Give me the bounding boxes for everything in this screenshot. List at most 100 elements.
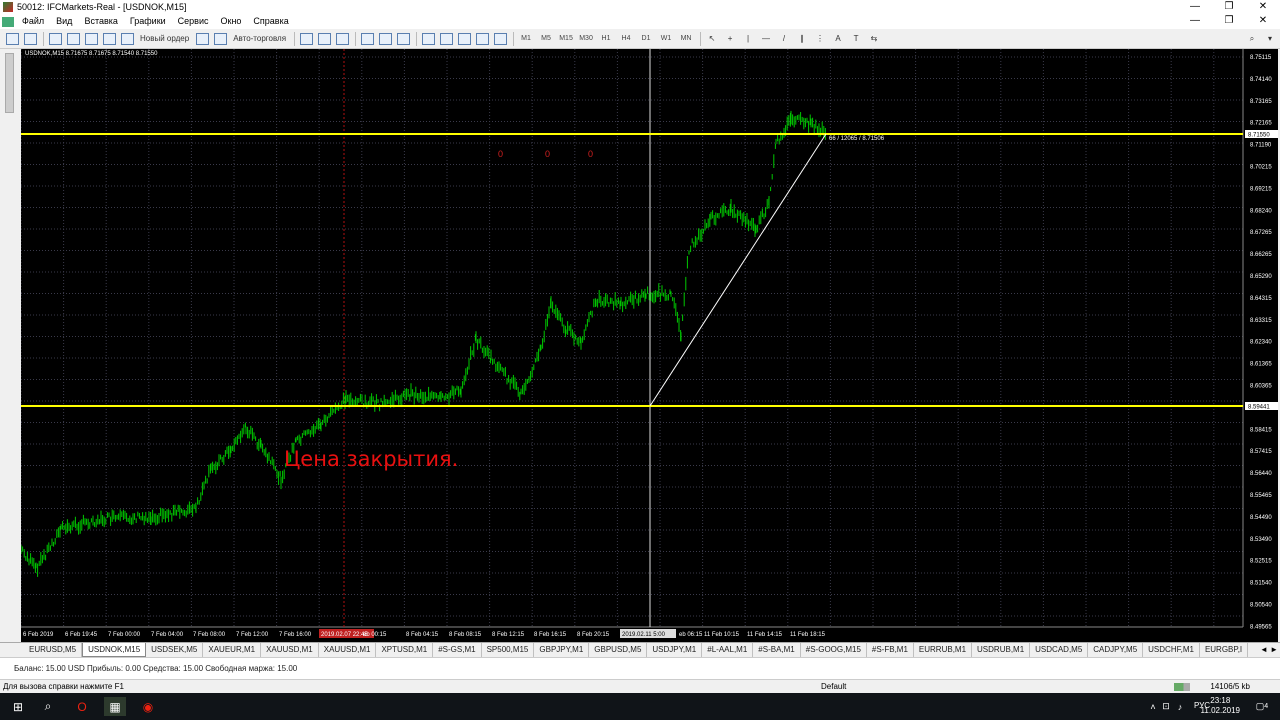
recorder-icon[interactable]: ◉: [138, 697, 158, 716]
windows-start-icon[interactable]: ⊞: [8, 697, 28, 716]
chart-tab[interactable]: #S-FB,M1: [867, 643, 914, 657]
autoscroll-icon[interactable]: [420, 31, 436, 47]
menu-insert[interactable]: Вставка: [78, 14, 123, 29]
minimize-button[interactable]: —: [1178, 0, 1212, 14]
mdi-minimize-button[interactable]: —: [1178, 14, 1212, 28]
periods-icon[interactable]: [474, 31, 490, 47]
chart-tab[interactable]: USDSEK,M5: [146, 643, 204, 657]
close-button[interactable]: ✕: [1246, 0, 1280, 14]
chart-tab[interactable]: USDRUB,M1: [972, 643, 1031, 657]
menu-charts[interactable]: Графики: [124, 14, 172, 29]
indicators-icon[interactable]: [456, 31, 472, 47]
metatrader-icon[interactable]: ▦: [104, 697, 126, 716]
time-label: 7 Feb 12:00: [236, 632, 269, 638]
chart-tab[interactable]: USDCAD,M5: [1030, 643, 1089, 657]
volume-icon[interactable]: ♪: [1174, 697, 1186, 716]
vertical-line-icon[interactable]: |: [740, 31, 756, 47]
market-watch-icon[interactable]: [47, 31, 63, 47]
chart-tab[interactable]: #S-GOOG,M15: [801, 643, 867, 657]
tf-h4[interactable]: H4: [617, 31, 635, 47]
tf-m5[interactable]: M5: [537, 31, 555, 47]
mdi-restore-button[interactable]: ❐: [1212, 14, 1246, 28]
chart-tab[interactable]: #S-GS,M1: [433, 643, 482, 657]
zoom-in-icon[interactable]: [359, 31, 375, 47]
chart-tab[interactable]: USDNOK,M15: [82, 643, 147, 657]
scrollbar-thumb[interactable]: [5, 53, 14, 113]
cursor-icon[interactable]: ↖: [704, 31, 720, 47]
chart-tab[interactable]: EURGBP,I: [1200, 643, 1249, 657]
tester-icon[interactable]: [119, 31, 135, 47]
library-icon[interactable]: [212, 31, 228, 47]
autotrading-button[interactable]: Авто-торговля: [230, 31, 289, 47]
tf-m15[interactable]: M15: [557, 31, 575, 47]
trendline-icon[interactable]: /: [776, 31, 792, 47]
zoom-out-icon[interactable]: [377, 31, 393, 47]
menu-help[interactable]: Справка: [247, 14, 294, 29]
chart-tab[interactable]: EURRUB,M1: [914, 643, 973, 657]
new-chart-icon[interactable]: [4, 31, 20, 47]
chart-canvas[interactable]: 8.75115 8.74140 8.73165 8.72165 8.71190 8.702…: [21, 49, 1278, 642]
text-label-icon[interactable]: T: [848, 31, 864, 47]
tf-w1[interactable]: W1: [657, 31, 675, 47]
chart-tab[interactable]: XAUUSD,M1: [261, 643, 319, 657]
chart-tab[interactable]: GBPJPY,M1: [534, 643, 590, 657]
menu-window[interactable]: Окно: [215, 14, 248, 29]
fibo-icon[interactable]: ⋮: [812, 31, 828, 47]
profiles-icon[interactable]: [22, 31, 38, 47]
chart-tab[interactable]: XPTUSD,M1: [376, 643, 434, 657]
chart-window-icon[interactable]: [2, 16, 14, 27]
chart-tab[interactable]: #S-BA,M1: [753, 643, 801, 657]
options-icon[interactable]: ▾: [1262, 31, 1278, 47]
data-window-icon[interactable]: [65, 31, 81, 47]
notifications-icon[interactable]: ▢ 4: [1252, 697, 1272, 716]
tf-h1[interactable]: H1: [597, 31, 615, 47]
tf-m1[interactable]: M1: [517, 31, 535, 47]
chart-tab[interactable]: XAUEUR,M1: [203, 643, 262, 657]
mdi-close-button[interactable]: ✕: [1246, 14, 1280, 28]
tf-mn[interactable]: MN: [677, 31, 695, 47]
chart-shift-icon[interactable]: [438, 31, 454, 47]
price-label: 8.68240: [1250, 208, 1272, 214]
network-icon[interactable]: ⊡: [1160, 697, 1172, 716]
chart-tab[interactable]: XAUUSD,M1: [319, 643, 377, 657]
menu-tools[interactable]: Сервис: [172, 14, 215, 29]
maximize-button[interactable]: ❐: [1212, 0, 1246, 14]
chart-tab[interactable]: SP500,M15: [482, 643, 535, 657]
price-label: 8.64315: [1250, 296, 1272, 302]
channel-icon[interactable]: ∥: [794, 31, 810, 47]
tile-windows-icon[interactable]: [395, 31, 411, 47]
tray-chevron-icon[interactable]: ˄: [1148, 697, 1158, 716]
arrows-icon[interactable]: ⇆: [866, 31, 882, 47]
search-icon[interactable]: ⌕: [38, 697, 58, 716]
chart-tab[interactable]: GBPUSD,M5: [589, 643, 648, 657]
toolbar-separator: [416, 31, 418, 46]
menu-file[interactable]: Файл: [16, 14, 50, 29]
templates-icon[interactable]: [492, 31, 508, 47]
new-order-button[interactable]: Новый ордер: [137, 31, 192, 47]
clock[interactable]: 23:18 11.02.2019: [1201, 696, 1240, 716]
search-icon[interactable]: ⌕: [1244, 31, 1260, 47]
chart-area[interactable]: 8.75115 8.74140 8.73165 8.72165 8.71190 8.702…: [21, 49, 1278, 642]
navigator-icon[interactable]: [83, 31, 99, 47]
tf-d1[interactable]: D1: [637, 31, 655, 47]
chart-tab[interactable]: EURUSD,M5: [24, 643, 83, 657]
candle-chart-icon[interactable]: [316, 31, 332, 47]
horizontal-line-icon[interactable]: —: [758, 31, 774, 47]
chart-tab[interactable]: USDCHF,M1: [1143, 643, 1200, 657]
bar-chart-icon[interactable]: [298, 31, 314, 47]
terminal-icon[interactable]: [101, 31, 117, 47]
chart-tab[interactable]: #L-AAL,M1: [702, 643, 754, 657]
chart-tab[interactable]: USDJPY,M1: [647, 643, 703, 657]
metaeditor-icon[interactable]: [194, 31, 210, 47]
tf-m30[interactable]: M30: [577, 31, 595, 47]
menu-view[interactable]: Вид: [50, 14, 78, 29]
tab-scroll-arrows[interactable]: ◄ ►: [1260, 643, 1278, 657]
crosshair-icon[interactable]: +: [722, 31, 738, 47]
profile-name: Default: [821, 682, 847, 691]
line-chart-icon[interactable]: [334, 31, 350, 47]
text-icon[interactable]: A: [830, 31, 846, 47]
chart-tab[interactable]: CADJPY,M5: [1088, 643, 1144, 657]
opera-icon[interactable]: O: [72, 697, 92, 716]
price-label: 8.49565: [1250, 624, 1272, 630]
price-label: 8.73165: [1250, 99, 1272, 105]
